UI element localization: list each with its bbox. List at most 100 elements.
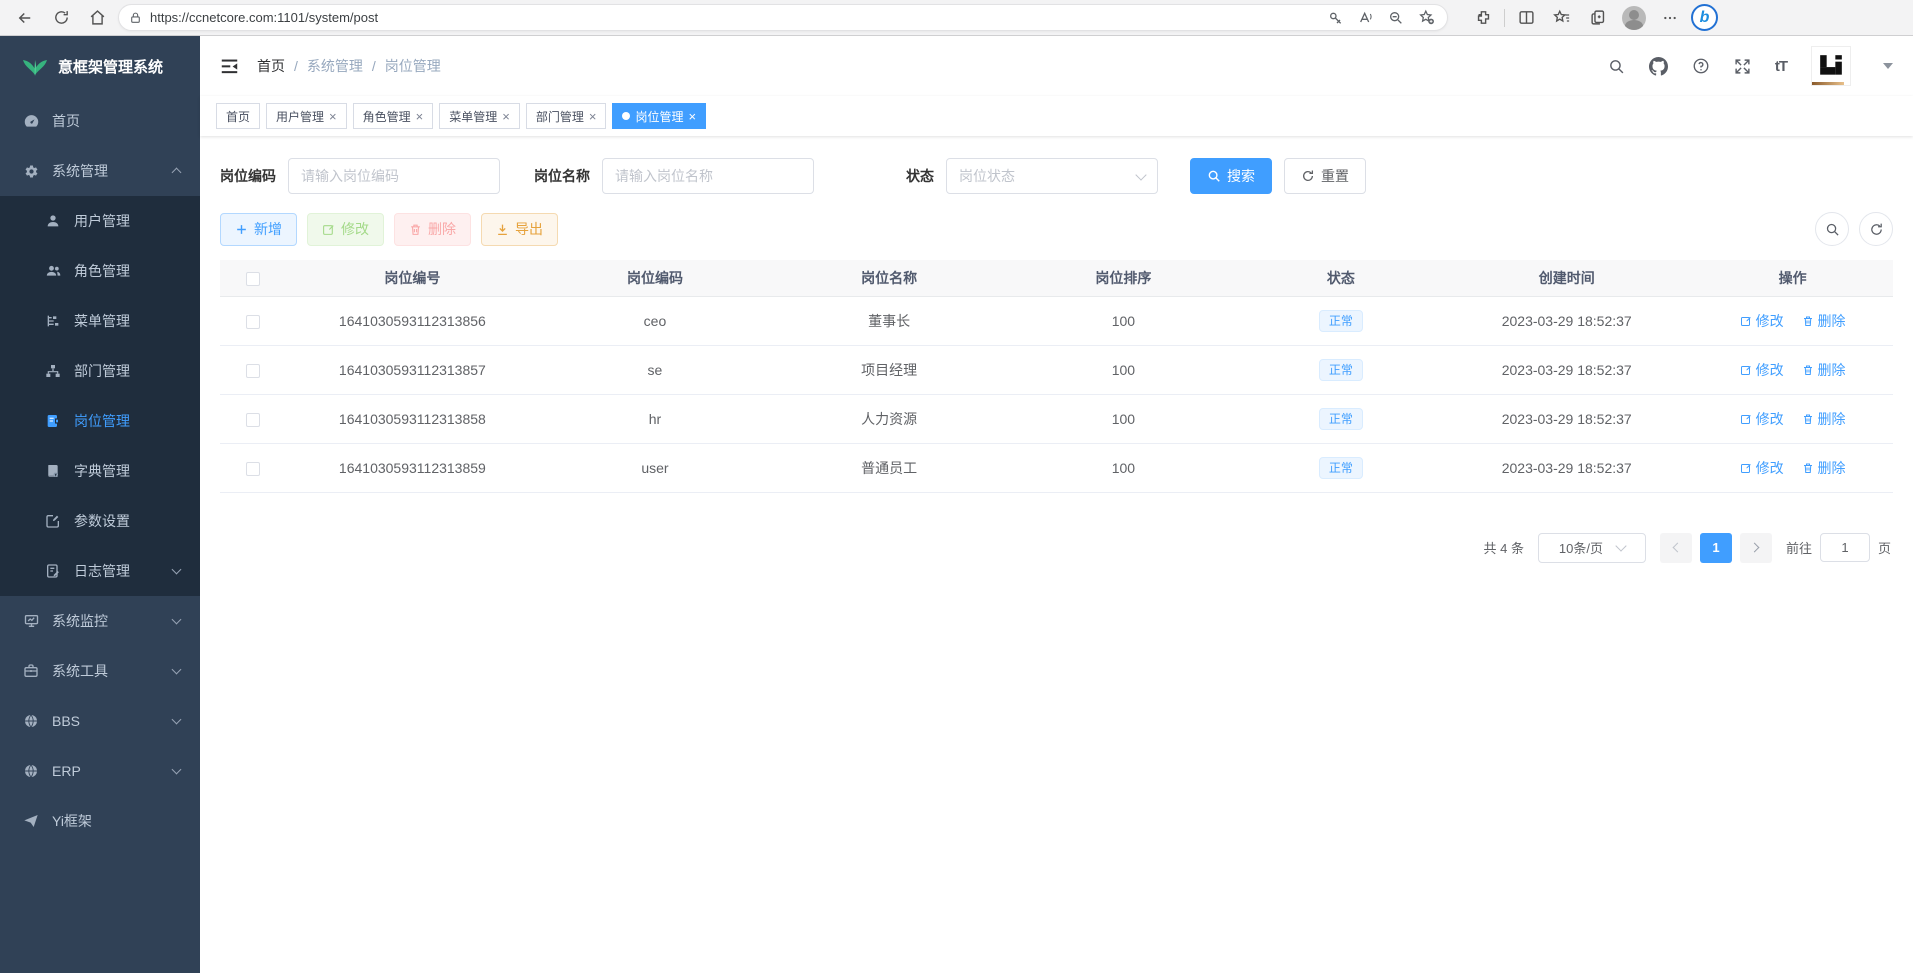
tag-home[interactable]: 首页 — [216, 103, 260, 129]
close-icon[interactable]: × — [589, 110, 597, 123]
read-aloud-icon[interactable] — [1353, 6, 1379, 30]
row-delete-button[interactable]: 删除 — [1802, 360, 1846, 380]
row-checkbox[interactable] — [246, 413, 260, 427]
table-row[interactable]: 1641030593112313856 ceo 董事长 100 正常 2023-… — [220, 296, 1893, 345]
sidebar-item-label: 岗位管理 — [74, 411, 130, 431]
collections-icon[interactable] — [1583, 4, 1613, 32]
refresh-icon[interactable] — [46, 4, 76, 32]
sidebar-item-system-management[interactable]: 系统管理 — [0, 146, 200, 196]
prev-page-button[interactable] — [1660, 533, 1692, 563]
table-row[interactable]: 1641030593112313857 se 项目经理 100 正常 2023-… — [220, 345, 1893, 394]
sidebar-item-dept-management[interactable]: 部门管理 — [0, 346, 200, 396]
sidebar-item-yi-framework[interactable]: Yi框架 — [0, 796, 200, 846]
row-delete-button[interactable]: 删除 — [1802, 458, 1846, 478]
more-icon[interactable] — [1655, 4, 1685, 32]
question-icon[interactable] — [1692, 57, 1710, 75]
user-avatar[interactable] — [1811, 46, 1851, 86]
page-size-value: 10条/页 — [1559, 538, 1603, 557]
cell-post-sort: 100 — [1006, 345, 1240, 394]
toggle-search-icon[interactable] — [1815, 212, 1849, 246]
table-row[interactable]: 1641030593112313858 hr 人力资源 100 正常 2023-… — [220, 394, 1893, 443]
sidebar-item-bbs[interactable]: BBS — [0, 696, 200, 746]
col-post-sort: 岗位排序 — [1006, 260, 1240, 296]
extensions-icon[interactable] — [1468, 4, 1498, 32]
address-bar[interactable]: https://ccnetcore.com:1101/system/post — [118, 4, 1448, 31]
row-edit-button[interactable]: 修改 — [1740, 360, 1784, 380]
profile-avatar[interactable] — [1619, 4, 1649, 32]
table-row[interactable]: 1641030593112313859 user 普通员工 100 正常 202… — [220, 443, 1893, 492]
url-text[interactable]: https://ccnetcore.com:1101/system/post — [150, 10, 1323, 25]
sidebar-item-post-management[interactable]: 岗位管理 — [0, 396, 200, 446]
sidebar-item-system-monitor[interactable]: 系统监控 — [0, 596, 200, 646]
fold-icon[interactable] — [220, 58, 239, 75]
favorite-add-icon[interactable] — [1413, 6, 1439, 30]
status-select[interactable]: 岗位状态 — [946, 158, 1158, 194]
add-button[interactable]: 新增 — [220, 213, 297, 246]
edit-button[interactable]: 修改 — [307, 213, 384, 246]
fullscreen-icon[interactable] — [1734, 58, 1751, 75]
refresh-table-icon[interactable] — [1859, 212, 1893, 246]
active-dot — [622, 112, 630, 120]
sidebar-item-param-settings[interactable]: 参数设置 — [0, 496, 200, 546]
chevron-down-icon — [1615, 540, 1626, 551]
select-all-checkbox[interactable] — [246, 272, 260, 286]
row-checkbox[interactable] — [246, 315, 260, 329]
sidebar-item-dict-management[interactable]: 字典管理 — [0, 446, 200, 496]
sidebar-item-role-management[interactable]: 角色管理 — [0, 246, 200, 296]
row-checkbox[interactable] — [246, 364, 260, 378]
search-icon[interactable] — [1608, 58, 1625, 75]
sidebar-item-user-management[interactable]: 用户管理 — [0, 196, 200, 246]
row-edit-button[interactable]: 修改 — [1740, 458, 1784, 478]
tag-label: 岗位管理 — [635, 108, 683, 125]
close-icon[interactable]: × — [502, 110, 510, 123]
post-name-input[interactable] — [602, 158, 814, 194]
font-size-icon[interactable]: tT — [1775, 58, 1787, 75]
cell-post-code: se — [538, 345, 772, 394]
page-size-select[interactable]: 10条/页 — [1538, 533, 1646, 563]
breadcrumb-home[interactable]: 首页 — [257, 56, 285, 76]
bing-copilot-icon[interactable]: b — [1691, 4, 1718, 31]
zoom-out-icon[interactable] — [1383, 6, 1409, 30]
reset-button[interactable]: 重置 — [1284, 158, 1366, 194]
page-number-1[interactable]: 1 — [1700, 533, 1732, 563]
post-code-label: 岗位编码 — [220, 166, 276, 186]
post-name-label: 岗位名称 — [534, 166, 590, 186]
key-icon[interactable] — [1323, 6, 1349, 30]
sidebar-item-menu-management[interactable]: 菜单管理 — [0, 296, 200, 346]
goto-page-input[interactable] — [1820, 533, 1870, 562]
row-delete-button[interactable]: 删除 — [1802, 409, 1846, 429]
row-edit-button[interactable]: 修改 — [1740, 409, 1784, 429]
tag-post-management[interactable]: 岗位管理 × — [612, 103, 706, 129]
close-icon[interactable]: × — [688, 110, 696, 123]
chevron-down-icon — [172, 765, 182, 775]
caret-down-icon[interactable] — [1883, 63, 1893, 69]
close-icon[interactable]: × — [329, 110, 337, 123]
post-code-input[interactable] — [288, 158, 500, 194]
back-icon[interactable] — [10, 4, 40, 32]
close-icon[interactable]: × — [416, 110, 424, 123]
github-icon[interactable] — [1649, 57, 1668, 76]
row-checkbox[interactable] — [246, 462, 260, 476]
pagination: 共 4 条 10条/页 1 前往 页 — [220, 533, 1893, 563]
delete-button[interactable]: 删除 — [394, 213, 471, 246]
sidebar-item-home[interactable]: 首页 — [0, 96, 200, 146]
chevron-down-icon — [172, 565, 182, 575]
split-screen-icon[interactable] — [1511, 4, 1541, 32]
search-button[interactable]: 搜索 — [1190, 158, 1272, 194]
tag-role-management[interactable]: 角色管理 × — [353, 103, 434, 129]
sidebar-item-log-management[interactable]: 日志管理 — [0, 546, 200, 596]
sidebar-item-erp[interactable]: ERP — [0, 746, 200, 796]
next-page-button[interactable] — [1740, 533, 1772, 563]
row-edit-button[interactable]: 修改 — [1740, 311, 1784, 331]
export-button[interactable]: 导出 — [481, 213, 558, 246]
send-icon — [22, 813, 40, 829]
home-icon[interactable] — [82, 4, 112, 32]
tag-menu-management[interactable]: 菜单管理 × — [439, 103, 520, 129]
tag-dept-management[interactable]: 部门管理 × — [526, 103, 607, 129]
tag-label: 角色管理 — [363, 108, 411, 125]
row-delete-button[interactable]: 删除 — [1802, 311, 1846, 331]
sidebar-item-system-tools[interactable]: 系统工具 — [0, 646, 200, 696]
tag-user-management[interactable]: 用户管理 × — [266, 103, 347, 129]
favorites-bar-icon[interactable] — [1547, 4, 1577, 32]
app-logo[interactable]: 意框架管理系统 — [0, 36, 200, 96]
